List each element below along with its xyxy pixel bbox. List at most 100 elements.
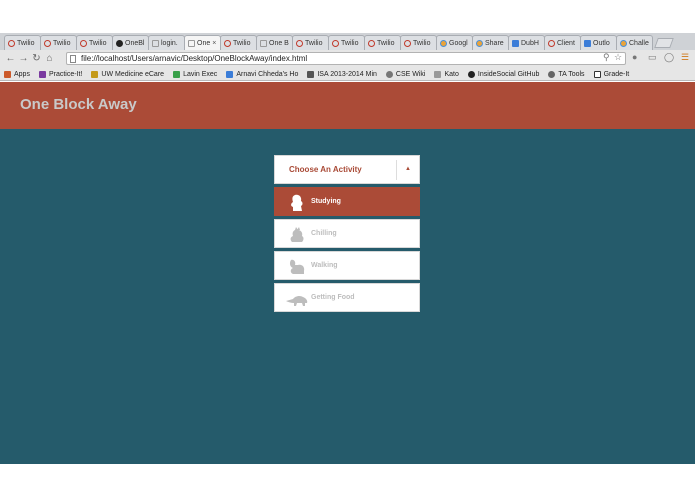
chevron-up-icon: ▲	[405, 166, 411, 172]
blocked-icon	[368, 39, 375, 47]
reload-icon[interactable]: ↻	[30, 53, 43, 64]
menu-icon[interactable]: ☰	[681, 52, 689, 63]
bookmark-item[interactable]: CSE Wiki	[385, 70, 425, 78]
bookmarks-bar: Apps Practice-It! UW Medicine eCare Lavi…	[0, 67, 695, 81]
browser-tab[interactable]: Twilio	[292, 35, 329, 50]
browser-tab[interactable]: Twilio	[76, 35, 113, 50]
browser-tab[interactable]: Googl	[436, 35, 473, 50]
browser-tab[interactable]: Challe	[616, 35, 653, 50]
bookmark-item[interactable]: UW Medicine eCare	[91, 70, 164, 78]
blocked-icon	[224, 39, 231, 47]
tab-label: DubH	[521, 39, 539, 47]
tab-label: Twilio	[305, 39, 323, 47]
back-arrow-icon[interactable]: ←	[4, 53, 17, 64]
option-chilling[interactable]: Chilling	[274, 219, 420, 248]
option-studying[interactable]: Studying	[274, 187, 420, 216]
app-header: One Block Away	[0, 82, 695, 129]
blocked-icon	[404, 39, 411, 47]
home-icon[interactable]: ⌂	[43, 53, 56, 64]
tab-label: Googl	[449, 39, 468, 47]
browser-tab[interactable]: Client	[544, 35, 581, 50]
browser-tab[interactable]: Outlo	[580, 35, 617, 50]
option-getting-food[interactable]: Getting Food	[274, 283, 420, 312]
search-icon[interactable]: ⚲	[603, 52, 610, 63]
app-viewport: One Block Away Choose An Activity ▲ Stud…	[0, 82, 695, 464]
bookmark-item[interactable]: Lavin Exec	[173, 70, 217, 78]
option-label: Chilling	[311, 230, 337, 237]
bookmark-label: TA Tools	[558, 70, 585, 78]
close-icon[interactable]: ×	[212, 40, 216, 47]
check-icon	[593, 70, 601, 78]
browser-tab[interactable]: Twilio	[328, 35, 365, 50]
option-label: Getting Food	[311, 294, 355, 301]
folder-icon	[91, 70, 99, 78]
browser-tab[interactable]: Twilio	[4, 35, 41, 50]
bookmark-item[interactable]: Practice-It!	[38, 70, 82, 78]
browser-toolbar: ← → ↻ ⌂ file://localhost/Users/arnavic/D…	[0, 50, 695, 67]
browser-tab[interactable]: One B	[256, 35, 293, 50]
bookmark-label: InsideSocial GitHub	[477, 70, 540, 78]
url-text: file://localhost/Users/arnavic/Desktop/O…	[81, 54, 308, 63]
blocked-icon	[332, 39, 339, 47]
calendar-icon	[226, 70, 234, 78]
bookmark-item[interactable]: Grade-It	[593, 70, 629, 78]
blocked-icon	[44, 39, 51, 47]
extension-icon[interactable]: ◯	[664, 52, 674, 63]
bookmark-item[interactable]: InsideSocial GitHub	[467, 70, 540, 78]
tab-label: Twilio	[233, 39, 251, 47]
tab-label: login.	[161, 39, 178, 47]
browser-tab[interactable]: Twilio	[40, 35, 77, 50]
tool-icon	[548, 70, 556, 78]
star-icon[interactable]: ☆	[614, 52, 622, 63]
bookmark-label: Apps	[14, 70, 30, 78]
page-icon	[70, 55, 76, 63]
bookmark-label: Kato	[444, 70, 459, 78]
extension-icon[interactable]: ●	[632, 52, 637, 62]
cat-icon	[290, 227, 304, 242]
browser-window: Twilio Twilio Twilio OneBl login. One × T…	[0, 0, 695, 494]
github-icon	[116, 39, 123, 47]
new-tab-button[interactable]	[654, 38, 674, 48]
bookmark-item[interactable]: TA Tools	[548, 70, 585, 78]
outlook-icon	[584, 39, 591, 47]
doc-icon	[512, 39, 519, 47]
forward-arrow-icon[interactable]: →	[17, 53, 30, 64]
browser-tab-active[interactable]: One ×	[184, 35, 221, 50]
tab-label: Twilio	[341, 39, 359, 47]
tab-label: Twilio	[89, 39, 107, 47]
blocked-icon	[296, 39, 303, 47]
thinker-icon	[291, 194, 303, 211]
bookmark-label: ISA 2013-2014 Min	[317, 70, 377, 78]
browser-tab[interactable]: DubH	[508, 35, 545, 50]
window-bottom	[0, 464, 695, 494]
bookmark-item[interactable]: Apps	[4, 70, 30, 78]
option-walking[interactable]: Walking	[274, 251, 420, 280]
browser-tab[interactable]: login.	[148, 35, 185, 50]
tab-label: Share	[485, 39, 504, 47]
blocked-icon	[8, 39, 15, 47]
activity-dropdown[interactable]: Choose An Activity ▲	[274, 155, 420, 184]
squirrel-icon	[289, 259, 305, 274]
blocked-icon	[548, 39, 555, 47]
browser-tab[interactable]: OneBl	[112, 35, 149, 50]
browser-tab[interactable]: Twilio	[364, 35, 401, 50]
drive-icon	[476, 39, 483, 47]
page-title: One Block Away	[20, 96, 137, 113]
page-icon	[188, 39, 195, 47]
tab-label: Twilio	[377, 39, 395, 47]
page-icon	[152, 39, 159, 47]
bookmark-icon	[38, 70, 46, 78]
browser-tab[interactable]: Share	[472, 35, 509, 50]
bookmark-item[interactable]: ISA 2013-2014 Min	[307, 70, 377, 78]
browser-tab[interactable]: Twilio	[400, 35, 437, 50]
address-bar[interactable]: file://localhost/Users/arnavic/Desktop/O…	[66, 52, 626, 65]
drive-icon	[173, 70, 181, 78]
tab-strip: Twilio Twilio Twilio OneBl login. One × T…	[0, 33, 695, 50]
cat-icon	[434, 70, 442, 78]
tab-label: Twilio	[53, 39, 71, 47]
bookmark-item[interactable]: Kato	[434, 70, 459, 78]
cast-icon[interactable]: ▭	[648, 52, 657, 63]
browser-tab[interactable]: Twilio	[220, 35, 257, 50]
bookmark-item[interactable]: Arnavi Chheda's Ho	[226, 70, 298, 78]
wiki-icon	[385, 70, 393, 78]
